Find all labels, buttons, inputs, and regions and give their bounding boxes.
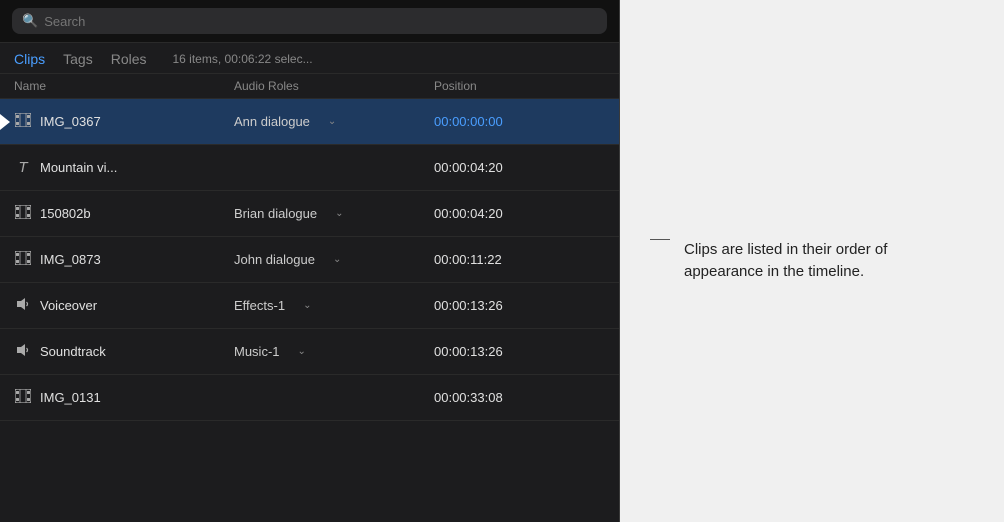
row-type-icon: T (14, 159, 32, 176)
search-icon: 🔍 (22, 13, 38, 29)
role-wrapper: Brian dialogue ⌄ (234, 206, 344, 221)
position-value: 00:00:13:26 (434, 344, 605, 359)
table-row[interactable]: Voiceover Effects-1 ⌄ 00:00:13:26 (0, 283, 619, 329)
audio-role-label[interactable]: Brian dialogue (234, 206, 333, 221)
chevron-down-icon: ⌄ (333, 254, 341, 265)
table-row[interactable]: IMG_0131 00:00:33:08 (0, 375, 619, 421)
name-cell: IMG_0873 (14, 251, 234, 268)
name-cell: 150802b (14, 205, 234, 222)
audio-role-label[interactable]: Ann dialogue (234, 114, 326, 129)
annotation: Clips are listed in their order of appea… (650, 239, 944, 284)
tab-roles[interactable]: Roles (111, 51, 147, 67)
name-cell: Voiceover (14, 297, 234, 314)
name-cell: Soundtrack (14, 343, 234, 360)
audio-role-label[interactable]: Effects-1 (234, 298, 301, 313)
row-type-icon (14, 297, 32, 314)
tabs-row: Clips Tags Roles 16 items, 00:06:22 sele… (0, 43, 619, 74)
col-header-name: Name (14, 79, 234, 93)
row-name-label: Mountain vi... (40, 160, 117, 175)
role-wrapper: John dialogue ⌄ (234, 252, 341, 267)
role-wrapper: Ann dialogue ⌄ (234, 114, 336, 129)
role-wrapper: Effects-1 ⌄ (234, 298, 311, 313)
role-wrapper: Music-1 ⌄ (234, 344, 306, 359)
row-type-icon (14, 251, 32, 268)
table-row[interactable]: IMG_0873 John dialogue ⌄ 00:00:11:22 (0, 237, 619, 283)
name-cell: IMG_0131 (14, 389, 234, 406)
row-type-icon (14, 205, 32, 222)
search-input[interactable] (44, 14, 597, 29)
position-value: 00:00:13:26 (434, 298, 605, 313)
chevron-down-icon: ⌄ (328, 116, 336, 127)
audio-role-label[interactable]: Music-1 (234, 344, 296, 359)
name-cell: IMG_0367 (14, 113, 234, 130)
row-name-label: Voiceover (40, 298, 97, 313)
audio-role-cell: Brian dialogue ⌄ (234, 206, 434, 221)
audio-role-cell: Ann dialogue ⌄ (234, 114, 434, 129)
col-header-audio: Audio Roles (234, 79, 434, 93)
chevron-down-icon: ⌄ (298, 346, 306, 357)
tab-tags[interactable]: Tags (63, 51, 93, 67)
chevron-down-icon: ⌄ (303, 300, 311, 311)
status-text: 16 items, 00:06:22 selec... (173, 52, 313, 66)
table-header: Name Audio Roles Position (0, 74, 619, 99)
row-name-label: IMG_0367 (40, 114, 101, 129)
chevron-down-icon: ⌄ (335, 208, 343, 219)
position-value: 00:00:04:20 (434, 206, 605, 221)
position-value: 00:00:11:22 (434, 252, 605, 267)
annotation-line (650, 239, 674, 240)
table-row[interactable]: Soundtrack Music-1 ⌄ 00:00:13:26 (0, 329, 619, 375)
annotation-text: Clips are listed in their order of appea… (684, 239, 944, 284)
position-value: 00:00:33:08 (434, 390, 605, 405)
table-row[interactable]: 150802b Brian dialogue ⌄ 00:00:04:20 (0, 191, 619, 237)
audio-role-cell: Music-1 ⌄ (234, 344, 434, 359)
row-type-icon (14, 343, 32, 360)
audio-role-label[interactable]: John dialogue (234, 252, 331, 267)
row-name-label: IMG_0131 (40, 390, 101, 405)
audio-role-cell: Effects-1 ⌄ (234, 298, 434, 313)
annotation-panel: Clips are listed in their order of appea… (620, 0, 1004, 522)
row-name-label: 150802b (40, 206, 91, 221)
row-name-label: Soundtrack (40, 344, 106, 359)
playhead-indicator (0, 114, 10, 130)
tab-clips[interactable]: Clips (14, 51, 45, 67)
row-type-icon (14, 113, 32, 130)
row-name-label: IMG_0873 (40, 252, 101, 267)
table-row[interactable]: T Mountain vi... 00:00:04:20 (0, 145, 619, 191)
clips-panel: 🔍 Clips Tags Roles 16 items, 00:06:22 se… (0, 0, 620, 522)
row-type-icon (14, 389, 32, 406)
search-wrapper: 🔍 (12, 8, 607, 34)
position-value: 00:00:04:20 (434, 160, 605, 175)
table-body: IMG_0367 Ann dialogue ⌄ 00:00:00:00 T Mo… (0, 99, 619, 522)
position-value: 00:00:00:00 (434, 114, 605, 129)
name-cell: T Mountain vi... (14, 159, 234, 176)
table-row[interactable]: IMG_0367 Ann dialogue ⌄ 00:00:00:00 (0, 99, 619, 145)
audio-role-cell: John dialogue ⌄ (234, 252, 434, 267)
search-bar: 🔍 (0, 0, 619, 43)
annotation-connector (650, 239, 670, 240)
col-header-position: Position (434, 79, 605, 93)
